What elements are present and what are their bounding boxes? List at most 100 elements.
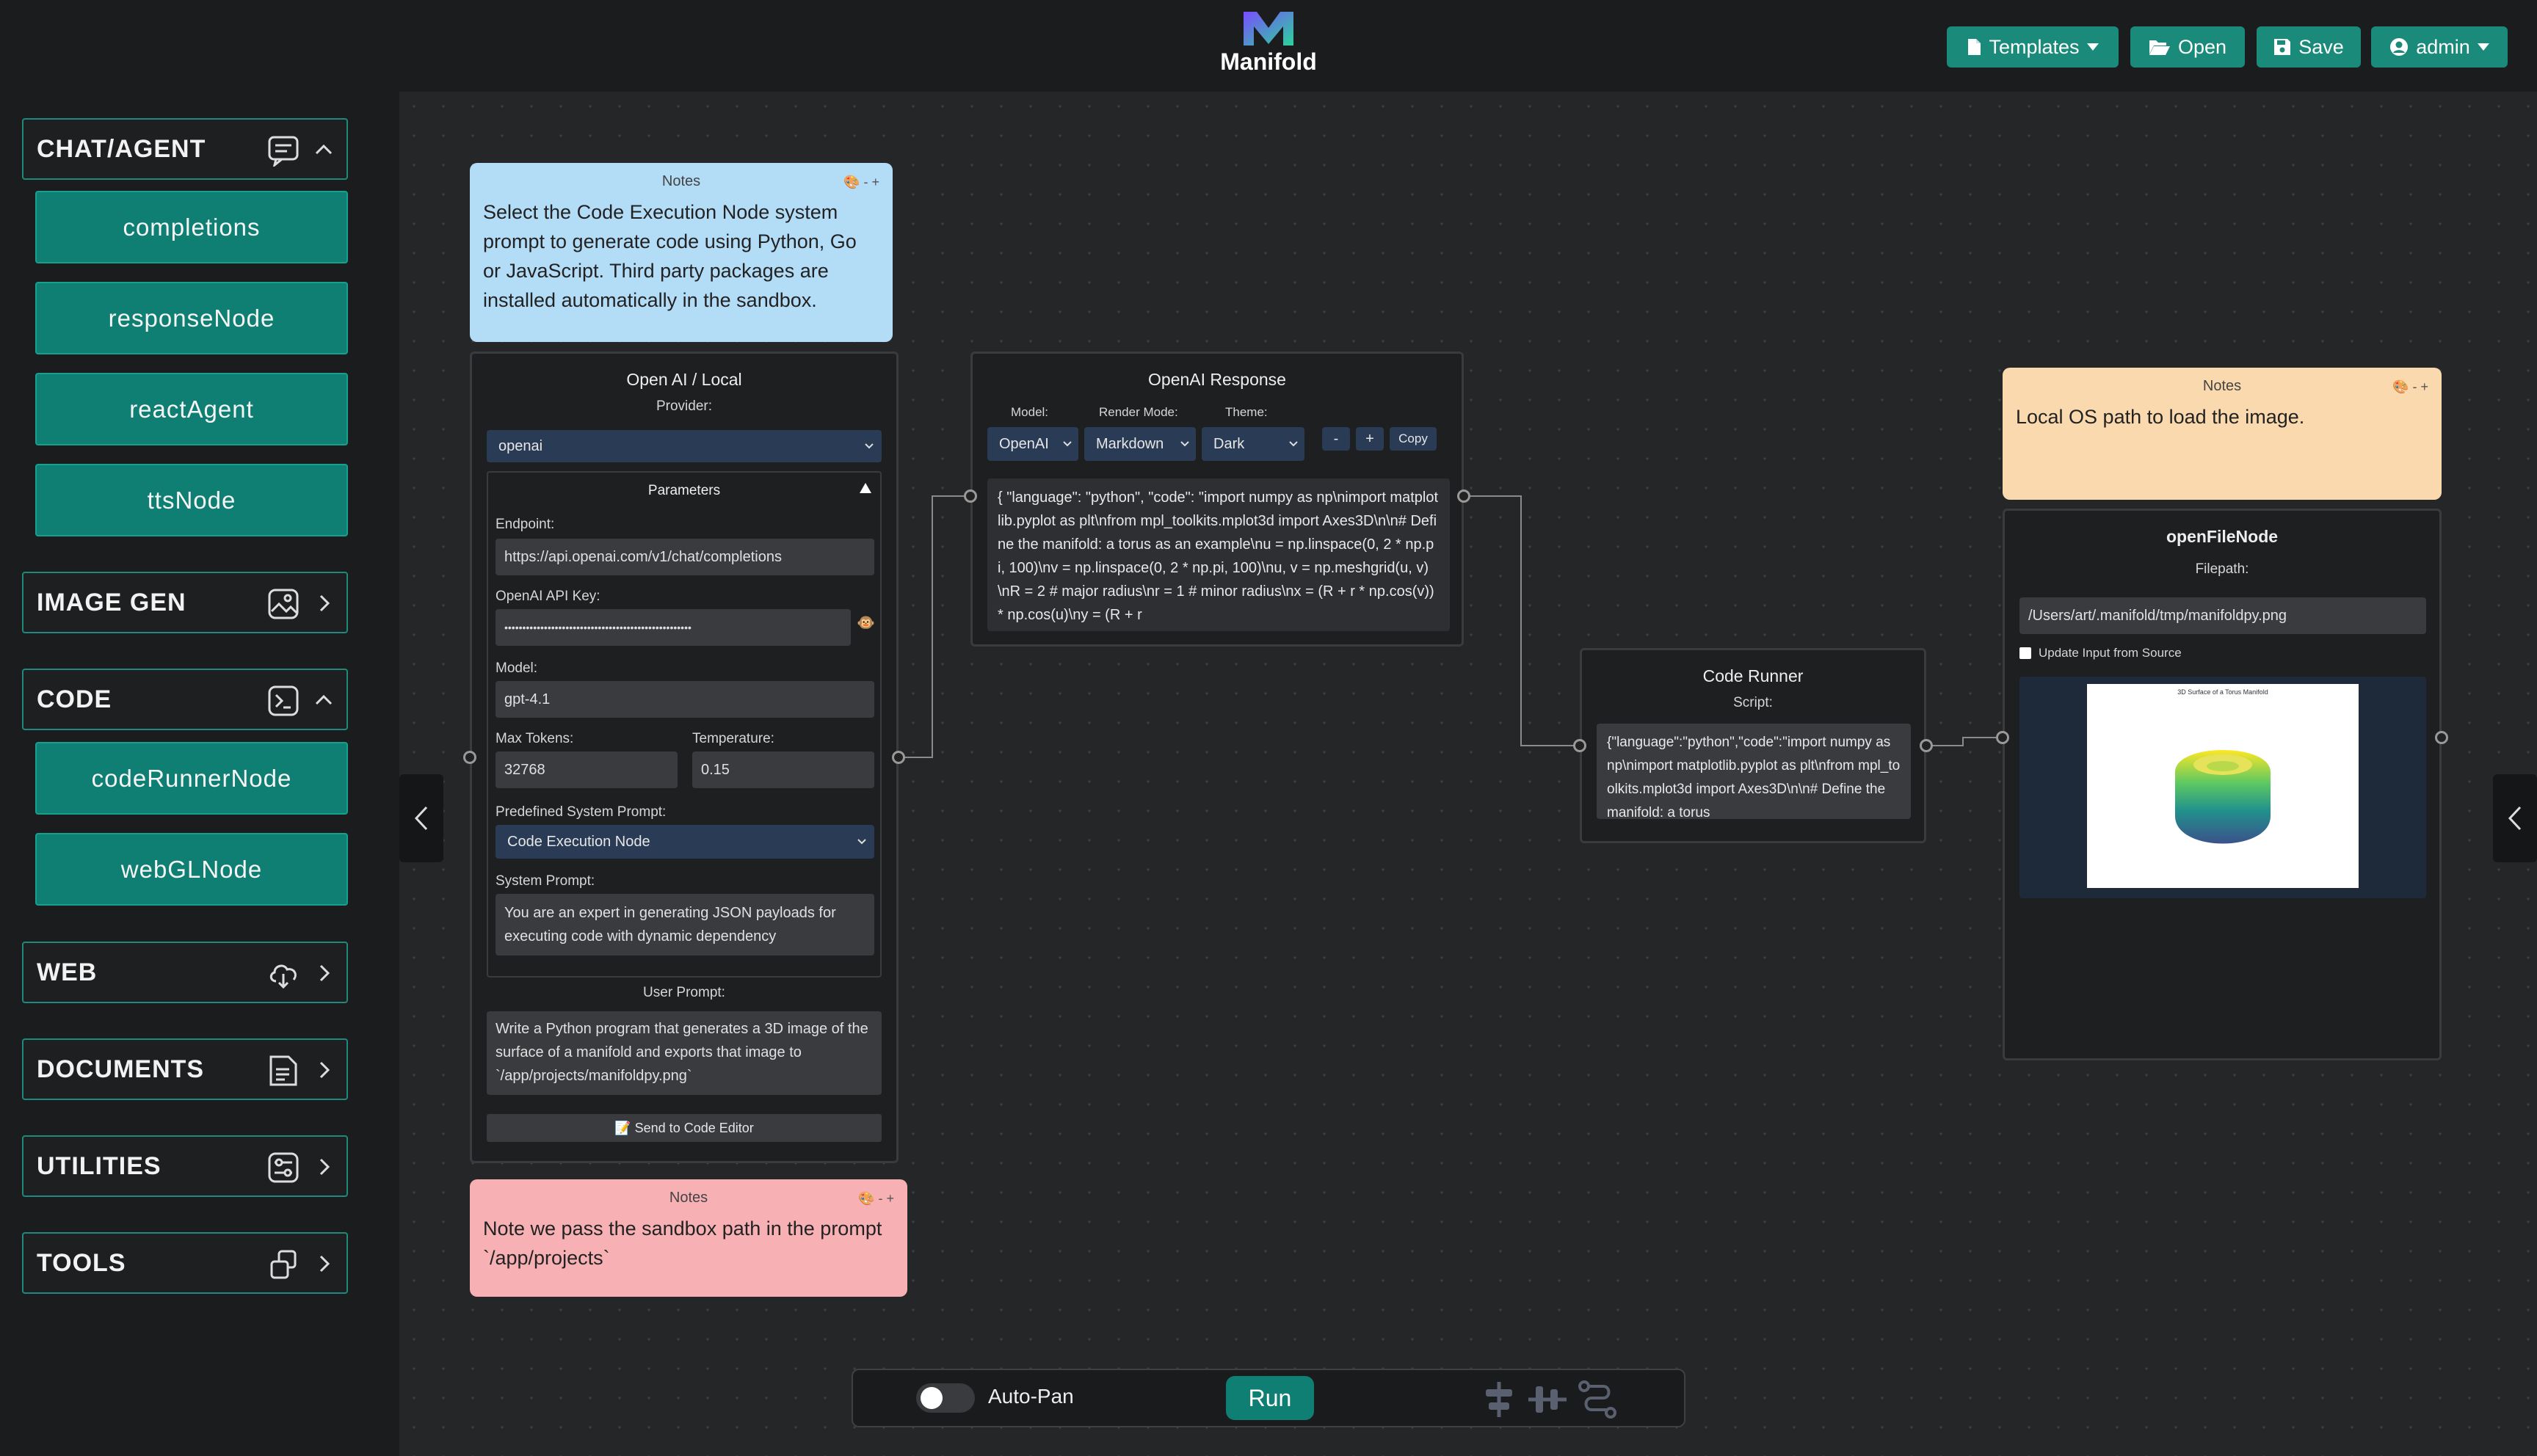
save-icon xyxy=(2274,39,2291,55)
send-to-code-editor-button[interactable]: 📝 Send to Code Editor xyxy=(487,1114,882,1142)
chevron-right-icon xyxy=(319,1158,330,1176)
render-mode-select[interactable]: Markdown xyxy=(1084,427,1196,461)
endpoint-input[interactable]: https://api.openai.com/v1/chat/completio… xyxy=(496,539,874,575)
node-button-reactagent[interactable]: reactAgent xyxy=(35,373,348,445)
node-button-completions[interactable]: completions xyxy=(35,191,348,263)
run-button[interactable]: Run xyxy=(1226,1376,1314,1420)
note-controls[interactable]: 🎨 - + xyxy=(843,175,879,190)
user-circle-icon xyxy=(2390,38,2409,56)
category-code[interactable]: CODE xyxy=(22,669,348,730)
category-label: WEB xyxy=(37,958,98,986)
category-label: UTILITIES xyxy=(37,1151,161,1180)
output-handle[interactable] xyxy=(1920,739,1933,752)
system-prompt-textarea[interactable]: You are an expert in generating JSON pay… xyxy=(496,894,874,956)
system-prompt-label: System Prompt: xyxy=(496,873,595,889)
manifold-logo-icon xyxy=(1244,12,1293,46)
parameters-title: Parameters xyxy=(647,483,721,498)
note-card[interactable]: Notes 🎨 - + Select the Code Execution No… xyxy=(470,163,893,342)
node-button-coderunnernode[interactable]: codeRunnerNode xyxy=(35,742,348,815)
sidebar: CHAT/AGENT completions responseNode reac… xyxy=(0,92,399,1456)
note-card[interactable]: Notes 🎨 - + Local OS path to load the im… xyxy=(2003,368,2442,500)
input-handle[interactable] xyxy=(964,489,977,503)
save-label: Save xyxy=(2298,35,2344,58)
update-input-label: Update Input from Source xyxy=(2039,646,2182,660)
update-input-checkbox[interactable] xyxy=(2019,647,2031,659)
file-icon xyxy=(1968,39,1981,55)
open-file-node[interactable]: openFileNode Filepath: /Users/art/.manif… xyxy=(2003,509,2442,1060)
input-handle[interactable] xyxy=(1996,731,2009,744)
category-utilities[interactable]: UTILITIES xyxy=(22,1135,348,1197)
font-decrease-button[interactable]: - xyxy=(1322,427,1350,451)
theme-select[interactable]: Dark xyxy=(1202,427,1304,461)
script-textarea[interactable]: {"language":"python","code":"import nump… xyxy=(1597,724,1911,819)
note-text[interactable]: Select the Code Execution Node system pr… xyxy=(483,197,879,315)
model-input[interactable]: gpt-4.1 xyxy=(496,681,874,718)
note-text[interactable]: Local OS path to load the image. xyxy=(2016,402,2428,432)
copy-button[interactable]: Copy xyxy=(1390,427,1437,451)
auto-layout-icon[interactable] xyxy=(1577,1379,1618,1420)
response-content[interactable]: { "language": "python", "code": "import … xyxy=(987,478,1450,631)
output-handle[interactable] xyxy=(2435,731,2448,744)
collapse-triangle-icon[interactable] xyxy=(858,481,873,495)
image-preview[interactable]: 3D Surface of a Torus Manifold xyxy=(2087,684,2359,888)
chevron-down-icon xyxy=(857,839,866,845)
node-button-webglnode[interactable]: webGLNode xyxy=(35,833,348,906)
code-runner-node[interactable]: Code Runner Script: {"language":"python"… xyxy=(1580,648,1926,843)
node-button-ttsnode[interactable]: ttsNode xyxy=(35,464,348,536)
note-header: Notes xyxy=(669,1190,708,1206)
toggle-knob xyxy=(921,1387,943,1409)
node-button-responsenode[interactable]: responseNode xyxy=(35,282,348,354)
open-button[interactable]: Open xyxy=(2130,26,2245,68)
category-image-gen[interactable]: IMAGE GEN xyxy=(22,572,348,633)
max-tokens-input[interactable]: 32768 xyxy=(496,751,678,788)
model-select[interactable]: OpenAI xyxy=(987,427,1078,461)
model-label: Model: xyxy=(496,660,538,676)
torus-render xyxy=(2175,750,2271,844)
category-web[interactable]: WEB xyxy=(22,942,348,1003)
predefined-prompt-select[interactable]: Code Execution Node xyxy=(496,825,874,859)
note-controls[interactable]: 🎨 - + xyxy=(858,1191,894,1206)
output-handle[interactable] xyxy=(1457,489,1470,503)
tools-icon xyxy=(270,1250,297,1279)
flow-canvas[interactable]: Notes 🎨 - + Select the Code Execution No… xyxy=(399,92,2537,1456)
provider-select[interactable]: openai xyxy=(487,430,882,462)
save-button[interactable]: Save xyxy=(2257,26,2361,68)
caret-down-icon xyxy=(2086,43,2099,51)
max-tokens-label: Max Tokens: xyxy=(496,731,574,746)
update-input-row: Update Input from Source xyxy=(2019,646,2182,660)
input-handle[interactable] xyxy=(463,751,476,764)
chevron-down-icon xyxy=(1180,441,1189,447)
output-handle[interactable] xyxy=(892,751,905,764)
chevron-right-icon xyxy=(319,1255,330,1273)
category-tools[interactable]: TOOLS xyxy=(22,1232,348,1294)
user-prompt-textarea[interactable]: Write a Python program that generates a … xyxy=(487,1011,882,1095)
note-text[interactable]: Note we pass the sandbox path in the pro… xyxy=(483,1214,894,1273)
temperature-input[interactable]: 0.15 xyxy=(692,751,874,788)
align-horizontal-icon[interactable] xyxy=(1527,1380,1568,1419)
note-controls[interactable]: 🎨 - + xyxy=(2392,379,2428,395)
filepath-input[interactable]: /Users/art/.manifold/tmp/manifoldpy.png xyxy=(2019,597,2426,634)
key-reveal-icon[interactable]: 🐵 xyxy=(857,614,875,632)
api-key-input[interactable]: ••••••••••••••••••••••••••••••••••••••••… xyxy=(496,609,851,646)
openai-node[interactable]: Open AI / Local Provider: openai Paramet… xyxy=(470,352,899,1163)
node-title: openFileNode xyxy=(2166,527,2279,546)
align-vertical-icon[interactable] xyxy=(1481,1380,1517,1419)
input-handle[interactable] xyxy=(1573,739,1586,752)
chevron-right-icon xyxy=(319,1061,330,1079)
category-label: IMAGE GEN xyxy=(37,588,186,616)
document-icon xyxy=(269,1055,297,1086)
font-increase-button[interactable]: + xyxy=(1356,427,1384,451)
user-menu-button[interactable]: admin xyxy=(2371,26,2508,68)
openai-response-node[interactable]: OpenAI Response Model: Render Mode: Them… xyxy=(970,352,1464,647)
user-prompt-label: User Prompt: xyxy=(643,985,725,1000)
category-documents[interactable]: DOCUMENTS xyxy=(22,1038,348,1100)
auto-pan-toggle[interactable] xyxy=(916,1383,975,1413)
render-mode-label: Render Mode: xyxy=(1099,405,1178,419)
preview-caption: 3D Surface of a Torus Manifold xyxy=(2177,688,2268,696)
templates-button[interactable]: Templates xyxy=(1947,26,2119,68)
user-label: admin xyxy=(2416,35,2470,58)
note-card[interactable]: Notes 🎨 - + Note we pass the sandbox pat… xyxy=(470,1179,907,1297)
note-header: Notes xyxy=(661,173,701,189)
category-chat-agent[interactable]: CHAT/AGENT xyxy=(22,118,348,180)
bottom-toolbar: Auto-Pan Run xyxy=(852,1369,1685,1427)
